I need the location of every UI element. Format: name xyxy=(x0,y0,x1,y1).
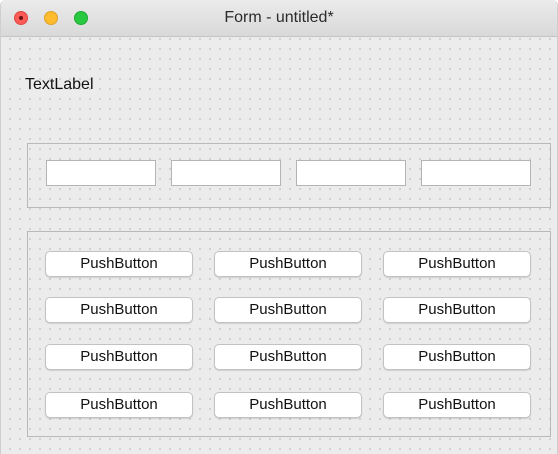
push-button-r2-c2[interactable]: PushButton xyxy=(214,297,362,323)
push-button-r3-c1[interactable]: PushButton xyxy=(45,344,193,370)
line-edit-4[interactable] xyxy=(421,160,531,186)
designer-form-window: Form - untitled* TextLabel PushButton Pu… xyxy=(0,0,558,454)
push-button-r2-c3[interactable]: PushButton xyxy=(383,297,531,323)
push-button-r1-c3[interactable]: PushButton xyxy=(383,251,531,277)
window-title: Form - untitled* xyxy=(224,9,334,26)
push-button-r4-c3[interactable]: PushButton xyxy=(383,392,531,418)
push-button-r1-c2[interactable]: PushButton xyxy=(214,251,362,277)
push-button-r3-c3[interactable]: PushButton xyxy=(383,344,531,370)
push-button-r3-c2[interactable]: PushButton xyxy=(214,344,362,370)
line-edit-2[interactable] xyxy=(171,160,281,186)
push-button-r4-c2[interactable]: PushButton xyxy=(214,392,362,418)
line-edit-1[interactable] xyxy=(46,160,156,186)
push-button-r2-c1[interactable]: PushButton xyxy=(45,297,193,323)
push-button-r1-c1[interactable]: PushButton xyxy=(45,251,193,277)
line-edit-3[interactable] xyxy=(296,160,406,186)
text-label[interactable]: TextLabel xyxy=(25,76,94,94)
push-button-r4-c1[interactable]: PushButton xyxy=(45,392,193,418)
title-bar[interactable]: Form - untitled* xyxy=(1,0,557,37)
